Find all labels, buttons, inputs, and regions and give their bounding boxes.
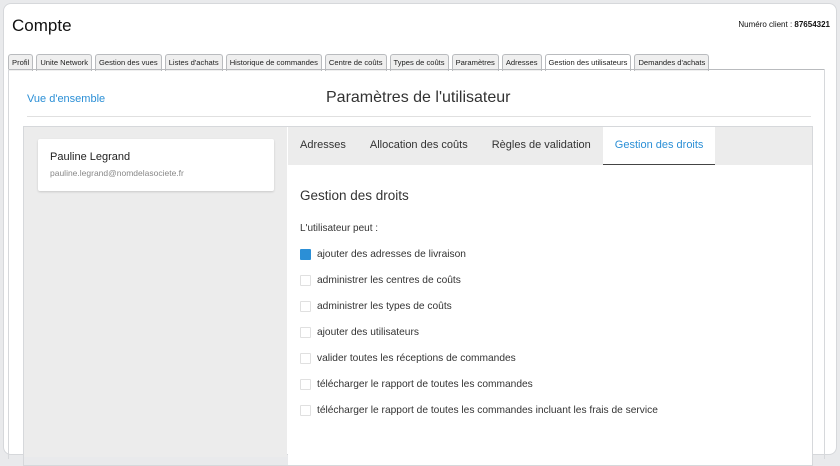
user-card[interactable]: Pauline Legrand pauline.legrand@nomdelas… — [38, 139, 274, 191]
subtab-allocation-couts[interactable]: Allocation des coûts — [358, 127, 480, 165]
checkbox-add-users[interactable] — [300, 327, 311, 338]
permission-admin-cost-centers[interactable]: administrer les centres de coûts — [300, 275, 461, 286]
rights-panel: Gestion des droits L'utilisateur peut : … — [288, 165, 812, 465]
overview-link[interactable]: Vue d'ensemble — [27, 93, 105, 105]
checkbox-admin-cost-types[interactable] — [300, 301, 311, 312]
subtab-adresses[interactable]: Adresses — [288, 127, 358, 165]
permission-add-delivery-addresses[interactable]: ajouter des adresses de livraison — [300, 249, 466, 260]
permission-label: télécharger le rapport de toutes les com… — [317, 379, 533, 390]
permission-label: administrer les types de coûts — [317, 301, 452, 312]
page-title: Paramètres de l'utilisateur — [326, 89, 511, 106]
permission-label: administrer les centres de coûts — [317, 275, 461, 286]
settings-subtabs: Adresses Allocation des coûts Règles de … — [288, 127, 812, 165]
permission-admin-cost-types[interactable]: administrer les types de coûts — [300, 301, 452, 312]
checkbox-add-delivery-addresses[interactable] — [300, 249, 311, 260]
checkbox-validate-receptions[interactable] — [300, 353, 311, 364]
user-email: pauline.legrand@nomdelasociete.fr — [50, 168, 184, 178]
user-name: Pauline Legrand — [50, 151, 131, 163]
rights-title: Gestion des droits — [300, 188, 409, 203]
rights-intro-label: L'utilisateur peut : — [300, 223, 379, 234]
permission-label: ajouter des adresses de livraison — [317, 249, 466, 260]
permission-download-orders-report[interactable]: télécharger le rapport de toutes les com… — [300, 379, 533, 390]
permission-add-users[interactable]: ajouter des utilisateurs — [300, 327, 419, 338]
page-header-title: Compte — [12, 16, 72, 35]
title-divider — [27, 116, 811, 117]
checkbox-download-orders-report-fees[interactable] — [300, 405, 311, 416]
permission-label: télécharger le rapport de toutes les com… — [317, 405, 658, 416]
client-number-value: 87654321 — [794, 20, 830, 29]
permission-label: valider toutes les réceptions de command… — [317, 353, 516, 364]
permission-download-orders-report-fees[interactable]: télécharger le rapport de toutes les com… — [300, 405, 658, 416]
subtab-gestion-droits[interactable]: Gestion des droits — [602, 127, 716, 165]
client-number-label: Numéro client : — [738, 20, 793, 29]
permission-validate-receptions[interactable]: valider toutes les réceptions de command… — [300, 353, 516, 364]
permission-label: ajouter des utilisateurs — [317, 327, 419, 338]
checkbox-admin-cost-centers[interactable] — [300, 275, 311, 286]
checkbox-download-orders-report[interactable] — [300, 379, 311, 390]
subtab-regles-validation[interactable]: Règles de validation — [480, 127, 603, 165]
client-number: Numéro client : 87654321 — [738, 20, 830, 29]
